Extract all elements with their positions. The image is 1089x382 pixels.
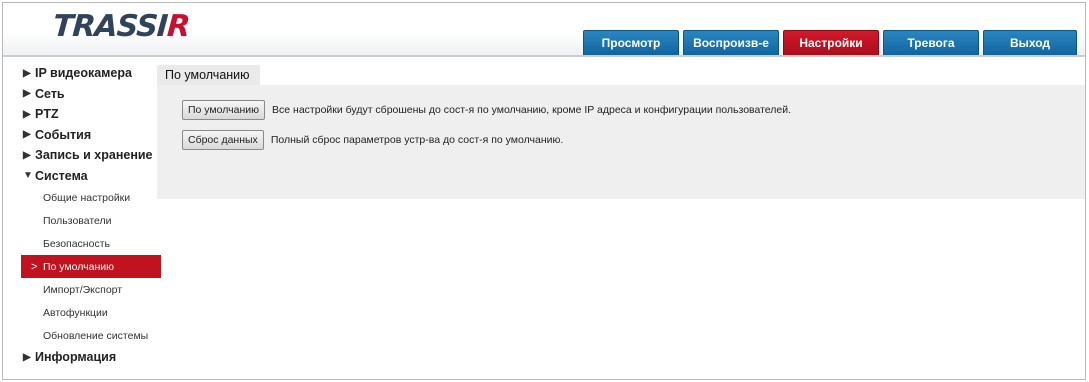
sidebar-item-security[interactable]: Безопасность [21, 232, 161, 255]
nav-tab-settings[interactable]: Настройки [783, 30, 879, 55]
sidebar-item-system-update[interactable]: Обновление системы [21, 324, 161, 347]
sidebar-section-information[interactable]: ▶ Информация [21, 347, 161, 368]
factory-reset-button[interactable]: Сброс данных [182, 130, 264, 150]
expand-arrow-icon: ▶ [23, 108, 31, 120]
sidebar-item-users[interactable]: Пользователи [21, 209, 161, 232]
sidebar-section-system[interactable]: ▼ Система [21, 166, 161, 187]
sidebar-section-recording-storage[interactable]: ▶ Запись и хранение [21, 145, 161, 166]
sidebar-section-label: События [35, 127, 92, 142]
reset-default-row: По умолчанию Все настройки будут сброшен… [182, 100, 791, 120]
trassir-logo: TRASSIR [51, 9, 191, 44]
sidebar-section-ip-camera[interactable]: ▶ IP видеокамера [21, 63, 161, 84]
factory-reset-description: Полный сброс параметров устр-ва до сост-… [270, 134, 564, 146]
sidebar-section-network[interactable]: ▶ Сеть [21, 84, 161, 105]
logo-accent: R [165, 9, 191, 44]
sidebar-section-label: Информация [35, 350, 117, 365]
restore-default-description: Все настройки будут сброшены до сост-я п… [272, 104, 792, 116]
chevron-right-icon: > [31, 260, 38, 273]
sidebar-item-import-export[interactable]: Импорт/Экспорт [21, 278, 161, 301]
app-window: TRASSIR Просмотр Воспроизв-е Настройки Т… [2, 2, 1086, 380]
logo-text: TRASSI [51, 9, 169, 44]
nav-tab-view[interactable]: Просмотр [583, 30, 679, 55]
sidebar-section-label: PTZ [35, 107, 59, 122]
sidebar-section-label: Запись и хранение [35, 148, 153, 163]
content-tab-default: По умолчанию [157, 65, 260, 85]
expand-arrow-icon: ▶ [23, 149, 31, 161]
top-nav: Просмотр Воспроизв-е Настройки Тревога В… [583, 30, 1077, 55]
collapse-arrow-icon: ▼ [23, 170, 33, 182]
factory-reset-row: Сброс данных Полный сброс параметров уст… [182, 130, 563, 150]
sidebar: ▶ IP видеокамера ▶ Сеть ▶ PTZ ▶ События … [21, 63, 161, 368]
sidebar-section-ptz[interactable]: ▶ PTZ [21, 104, 161, 125]
content-panel: По умолчанию Все настройки будут сброшен… [157, 85, 1085, 199]
sidebar-item-label: По умолчанию [43, 260, 115, 273]
nav-tab-logout[interactable]: Выход [983, 30, 1077, 55]
sidebar-item-general-settings[interactable]: Общие настройки [21, 186, 161, 209]
sidebar-section-label: Система [35, 168, 88, 183]
nav-tab-alarm[interactable]: Тревога [883, 30, 979, 55]
expand-arrow-icon: ▶ [23, 351, 31, 363]
sidebar-item-default[interactable]: > По умолчанию [21, 255, 161, 278]
sidebar-section-label: Сеть [35, 86, 65, 101]
sidebar-section-label: IP видеокамера [35, 66, 132, 81]
restore-default-button[interactable]: По умолчанию [182, 100, 266, 120]
header: TRASSIR Просмотр Воспроизв-е Настройки Т… [3, 3, 1085, 56]
nav-tab-playback[interactable]: Воспроизв-е [683, 30, 779, 55]
expand-arrow-icon: ▶ [23, 129, 31, 141]
expand-arrow-icon: ▶ [23, 88, 31, 100]
sidebar-section-events[interactable]: ▶ События [21, 125, 161, 146]
sidebar-item-autofunctions[interactable]: Автофункции [21, 301, 161, 324]
expand-arrow-icon: ▶ [23, 67, 31, 79]
header-divider [3, 55, 1085, 57]
